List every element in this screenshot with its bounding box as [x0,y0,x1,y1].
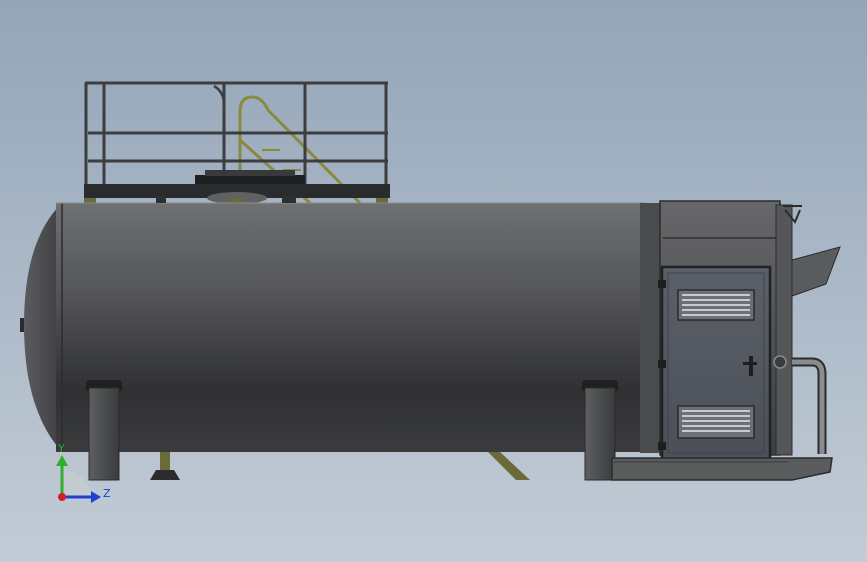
tank-shell [56,203,646,452]
y-axis-label: Y [57,442,65,455]
ventilation-louver-bottom [677,405,755,439]
door-hinge-bottom [658,442,666,450]
diagonal-brace [488,452,530,480]
door-hinge-middle [658,360,666,368]
model-view[interactable]: Y Z [0,0,867,562]
rear-support-leg [150,452,180,480]
cad-viewport[interactable]: Y Z [0,0,867,562]
ventilation-louver-top [677,289,755,321]
door-hinge-top [658,280,666,288]
triad-x-quadrant [62,469,92,497]
x-axis-origin-dot [58,493,66,501]
skid-frame[interactable] [611,457,833,481]
z-axis-label: Z [103,487,111,500]
saddle-support-left[interactable] [86,380,122,481]
discharge-chute[interactable] [791,246,841,297]
